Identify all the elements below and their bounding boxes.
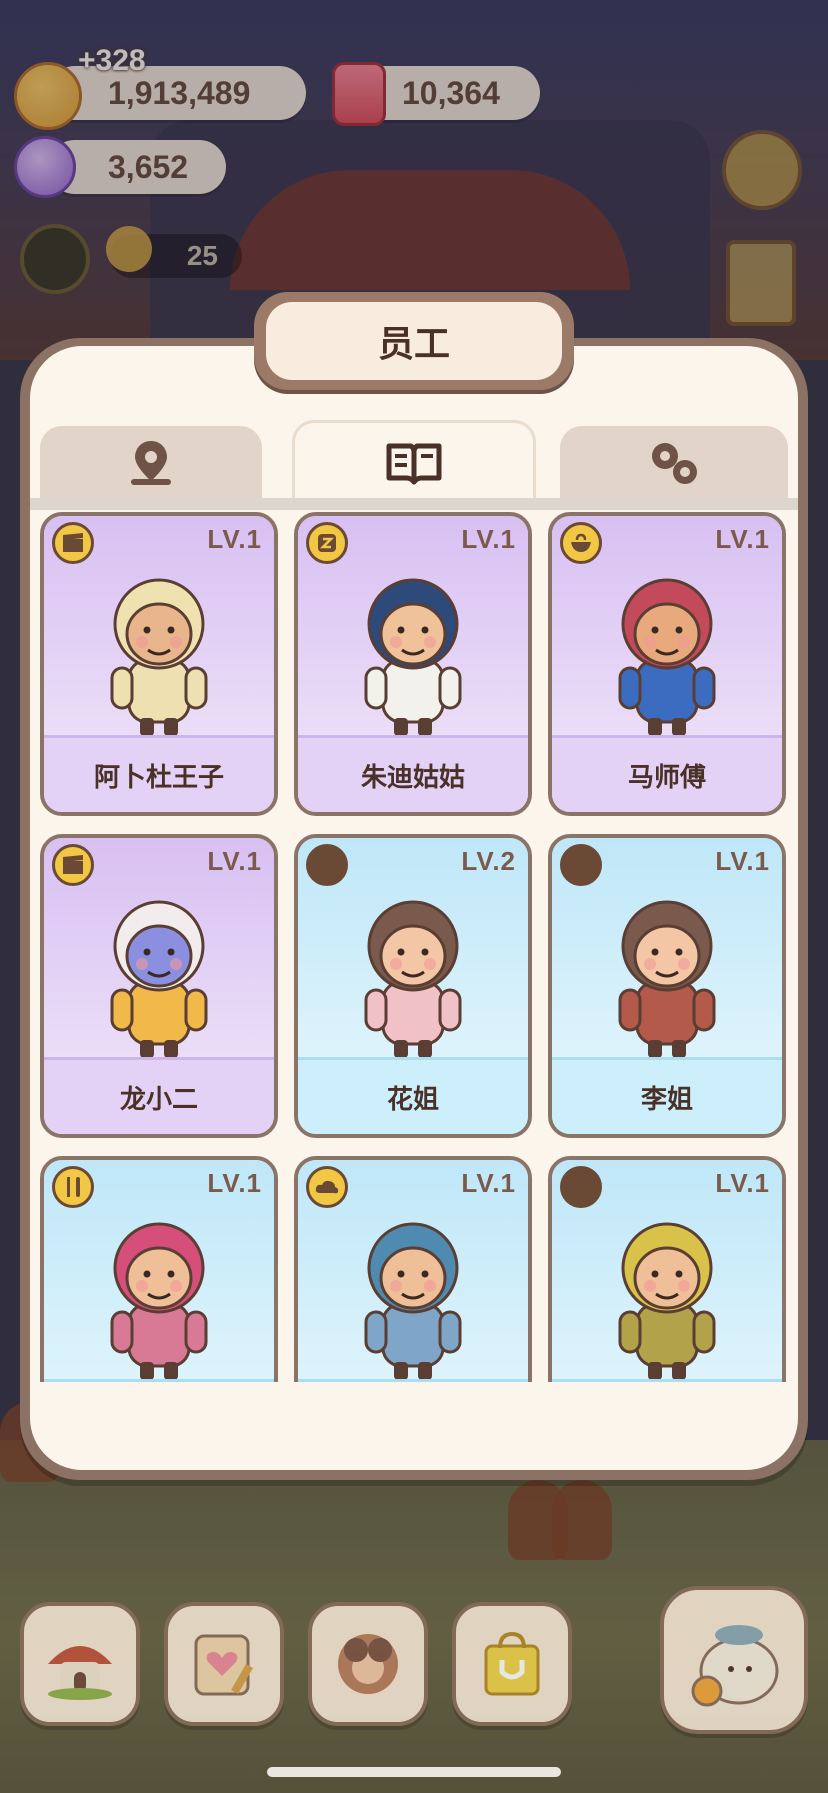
home-indicator [267,1767,561,1777]
staff-portrait-icon [338,1634,398,1694]
staff-portrait [338,874,488,1068]
staff-skill-badge [560,844,602,886]
staff-card[interactable]: LV.1 [548,1156,786,1382]
staff-grid: LV.1 阿卜杜王子 LV.1 朱迪姑姑 LV.1 马师傅 LV.1 龙小二 LV.2 花姐 LV.… [40,512,788,1382]
staff-card[interactable]: LV.2 花姐 [294,834,532,1138]
staff-level: LV.1 [207,524,262,554]
staff-level: LV.1 [461,1168,516,1198]
z-icon [306,522,348,564]
staff-name [552,1379,782,1382]
staff-level: LV.2 [461,846,516,876]
staff-portrait [338,552,488,746]
staff-level: LV.1 [207,846,262,876]
staff-card[interactable]: LV.1 龙小二 [40,834,278,1138]
staff-name: 花姐 [298,1057,528,1134]
tab-underline [30,498,798,510]
staff-portrait [592,874,742,1068]
panel-title-badge: 员工 [254,292,574,390]
fish-bun-icon [691,1625,779,1707]
staff-level: LV.1 [207,1168,262,1198]
nav-shop-button[interactable] [452,1602,572,1726]
staff-card[interactable]: LV.1 [40,1156,278,1382]
staff-portrait [592,552,742,746]
staff-portrait [84,552,234,746]
staff-portrait [592,1196,742,1382]
staff-level: LV.1 [461,524,516,554]
nav-house-button[interactable] [20,1602,140,1726]
staff-name: 马师傅 [552,735,782,812]
staff-name: 李姐 [552,1057,782,1134]
staff-card[interactable]: LV.1 李姐 [548,834,786,1138]
staff-card[interactable]: LV.1 阿卜杜王子 [40,512,278,816]
staff-skill-badge [560,1166,602,1208]
fork-knife-icon [52,1166,94,1208]
cloud-icon [306,1166,348,1208]
staff-card[interactable]: LV.1 马师傅 [548,512,786,816]
map-pin-icon [131,441,171,485]
clapperboard-icon [52,522,94,564]
staff-level: LV.1 [715,846,770,876]
staff-name: 龙小二 [44,1057,274,1134]
staff-level: LV.1 [715,1168,770,1198]
staff-card[interactable]: LV.1 朱迪姑姑 [294,512,532,816]
staff-level: LV.1 [715,524,770,554]
gears-icon [652,443,697,484]
nav-notebook-button[interactable] [164,1602,284,1726]
nav-staff-button[interactable] [308,1602,428,1726]
tab-staff-book[interactable] [292,420,536,502]
staff-portrait [84,1196,234,1382]
tab-location[interactable] [40,426,262,500]
staff-name [298,1379,528,1382]
nav-event-button[interactable] [660,1586,808,1734]
panel-title: 员工 [266,302,562,380]
staff-portrait [338,1196,488,1382]
staff-name [44,1379,274,1382]
bowl-icon [560,522,602,564]
staff-name: 阿卜杜王子 [44,735,274,812]
shop-bag-icon [484,1631,540,1696]
staff-portrait [84,874,234,1068]
staff-name: 朱迪姑姑 [298,735,528,812]
notebook-heart-icon [194,1634,253,1696]
staff-skill-badge [306,844,348,886]
tab-settings[interactable] [560,426,788,500]
staff-card[interactable]: LV.1 [294,1156,532,1382]
book-icon [386,443,442,484]
mushroom-house-icon [48,1646,112,1700]
clapperboard-icon [52,844,94,886]
